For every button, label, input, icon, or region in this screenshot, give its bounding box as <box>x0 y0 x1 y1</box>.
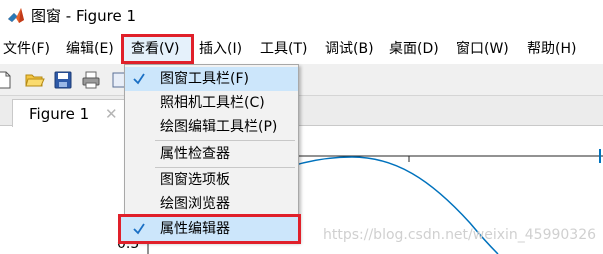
menu-item-label: 绘图浏览器 <box>160 196 230 212</box>
menu-item-label: 照相机工具栏(C) <box>160 95 265 111</box>
menu-item-figure-palette[interactable]: 图窗选项板 <box>125 168 298 192</box>
checkmark-icon <box>133 73 145 85</box>
figure-tab-strip: Figure 1 ✕ <box>0 96 603 127</box>
menu-item-property-editor[interactable]: 属性编辑器 <box>118 214 301 244</box>
checkmark-icon <box>133 223 145 235</box>
figure-toolbar <box>0 64 603 96</box>
menu-item-property-inspector[interactable]: 属性检查器 <box>125 142 298 166</box>
menu-desktop[interactable]: 桌面(D) <box>389 34 439 64</box>
new-figure-icon[interactable] <box>0 70 14 90</box>
menu-item-label: 属性检查器 <box>160 146 230 162</box>
menu-item-camera-toolbar[interactable]: 照相机工具栏(C) <box>125 91 298 115</box>
menu-separator <box>155 140 295 141</box>
title-bar: 图窗 - Figure 1 <box>0 0 603 34</box>
menu-edit[interactable]: 编辑(E) <box>66 34 114 64</box>
menu-item-label: 图窗选项板 <box>160 172 230 188</box>
close-icon[interactable]: ✕ <box>105 104 118 124</box>
menu-item-figure-toolbar[interactable]: 图窗工具栏(F) <box>125 67 298 91</box>
menu-item-plot-browser[interactable]: 绘图浏览器 <box>125 192 298 216</box>
menu-insert[interactable]: 插入(I) <box>199 34 242 64</box>
print-icon[interactable] <box>81 70 101 90</box>
tab-figure-1[interactable]: Figure 1 ✕ <box>12 99 125 127</box>
menu-item-label: 图窗工具栏(F) <box>160 71 249 87</box>
menu-item-plot-edit-toolbar[interactable]: 绘图编辑工具栏(P) <box>125 115 298 139</box>
window-title: 图窗 - Figure 1 <box>31 7 137 25</box>
menu-help[interactable]: 帮助(H) <box>527 34 576 64</box>
save-icon[interactable] <box>53 70 73 90</box>
menu-window[interactable]: 窗口(W) <box>456 34 509 64</box>
menu-tools[interactable]: 工具(T) <box>260 34 307 64</box>
menu-bar: 文件(F) 编辑(E) 查看(V) 插入(I) 工具(T) 调试(B) 桌面(D… <box>0 34 603 64</box>
menu-item-label: 属性编辑器 <box>160 221 230 237</box>
tab-label: Figure 1 <box>29 105 90 123</box>
menu-item-label: 绘图编辑工具栏(P) <box>160 119 278 135</box>
watermark-text: https://blog.csdn.net/weixin_45990326 <box>323 227 597 243</box>
menu-file[interactable]: 文件(F) <box>3 34 50 64</box>
menu-debug[interactable]: 调试(B) <box>325 34 374 64</box>
menu-view[interactable]: 查看(V) <box>121 34 194 64</box>
open-folder-icon[interactable] <box>25 70 45 90</box>
matlab-logo-icon <box>8 8 24 23</box>
figure-canvas: 0.5 https://blog.csdn.net/weixin_4599032… <box>0 127 603 254</box>
view-menu-dropdown: 图窗工具栏(F) 照相机工具栏(C) 绘图编辑工具栏(P) 属性检查器 图窗选项… <box>118 64 301 244</box>
